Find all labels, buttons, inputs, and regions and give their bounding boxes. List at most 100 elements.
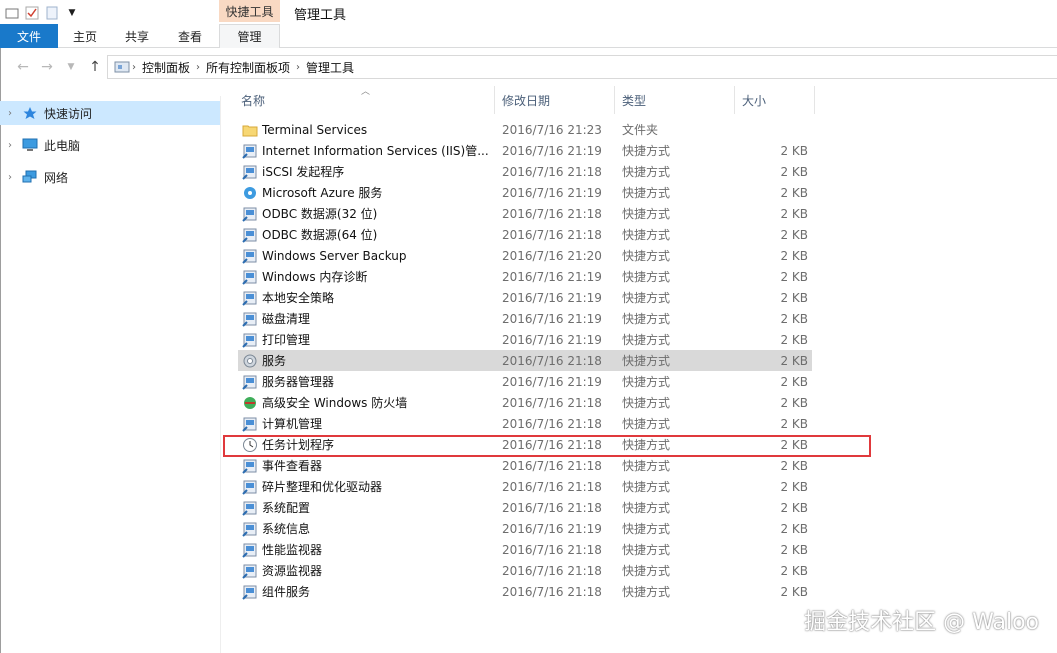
file-type-cell: 快捷方式 <box>622 522 671 536</box>
expand-chevron-icon[interactable]: › <box>0 140 20 151</box>
file-name-text: ODBC 数据源(64 位) <box>262 228 378 242</box>
contextual-tab-header: 快捷工具 <box>219 0 280 22</box>
tab-manage[interactable]: 管理 <box>219 24 280 48</box>
file-row[interactable]: 资源监视器 2016/7/16 21:18 快捷方式 2 KB <box>238 560 812 581</box>
nav-item-label: 此电脑 <box>44 138 81 153</box>
file-row[interactable]: 高级安全 Windows 防火墙 2016/7/16 21:18 快捷方式 2 KB <box>238 392 812 413</box>
column-header-type[interactable]: 类型 <box>615 86 735 114</box>
forward-arrow-icon[interactable]: → <box>38 58 56 76</box>
up-arrow-icon[interactable]: ↑ <box>86 58 104 76</box>
folder-icon <box>242 122 258 138</box>
file-type-cell: 快捷方式 <box>622 291 671 305</box>
control-panel-icon <box>114 59 132 75</box>
nav-item-quick-access[interactable]: › 快速访问 <box>0 101 220 125</box>
file-row[interactable]: 碎片整理和优化驱动器 2016/7/16 21:18 快捷方式 2 KB <box>238 476 812 497</box>
file-row[interactable]: ODBC 数据源(32 位) 2016/7/16 21:18 快捷方式 2 KB <box>238 203 812 224</box>
back-arrow-icon[interactable]: ← <box>14 58 32 76</box>
file-name-text: 本地安全策略 <box>262 291 335 305</box>
file-name-cell: 服务 <box>242 350 492 371</box>
breadcrumb-admin-tools[interactable]: 管理工具 <box>306 59 354 76</box>
file-row[interactable]: Windows 内存诊断 2016/7/16 21:19 快捷方式 2 KB <box>238 266 812 287</box>
nav-item-label: 网络 <box>44 170 69 185</box>
printer-icon <box>242 332 258 348</box>
watermark: 掘金技术社区 @ Waloo <box>804 610 1039 635</box>
file-date-cell: 2016/7/16 21:18 <box>502 479 602 494</box>
properties-icon[interactable] <box>24 5 40 21</box>
file-size-cell: 2 KB <box>780 269 808 284</box>
folder-small-icon[interactable] <box>4 5 20 21</box>
defrag-icon <box>242 479 258 495</box>
expand-chevron-icon[interactable]: › <box>0 108 20 119</box>
breadcrumb-control-panel[interactable]: 控制面板 <box>142 59 190 76</box>
file-name-text: 计算机管理 <box>262 417 323 431</box>
tab-view[interactable]: 查看 <box>169 24 211 48</box>
nav-item-this-pc[interactable]: › 此电脑 <box>0 133 220 157</box>
file-name-cell: 系统信息 <box>242 518 492 539</box>
file-type-cell: 快捷方式 <box>622 543 671 557</box>
file-size-cell: 2 KB <box>780 206 808 221</box>
file-row[interactable]: 系统信息 2016/7/16 21:19 快捷方式 2 KB <box>238 518 812 539</box>
file-row[interactable]: 性能监视器 2016/7/16 21:18 快捷方式 2 KB <box>238 539 812 560</box>
file-type-cell: 快捷方式 <box>622 144 671 158</box>
file-name-text: Windows 内存诊断 <box>262 270 368 284</box>
tab-file[interactable]: 文件 <box>0 24 58 48</box>
file-type-cell: 快捷方式 <box>622 312 671 326</box>
file-name-cell: 组件服务 <box>242 581 492 602</box>
tab-share[interactable]: 共享 <box>116 24 158 48</box>
file-size-cell: 2 KB <box>780 479 808 494</box>
file-row[interactable]: Windows Server Backup 2016/7/16 21:20 快捷方式… <box>238 245 812 266</box>
file-type-cell: 快捷方式 <box>622 501 671 515</box>
services-icon <box>242 353 258 369</box>
file-row[interactable]: 打印管理 2016/7/16 21:19 快捷方式 2 KB <box>238 329 812 350</box>
expand-chevron-icon[interactable]: › <box>0 172 20 183</box>
memory-icon <box>242 269 258 285</box>
file-row[interactable]: 磁盘清理 2016/7/16 21:19 快捷方式 2 KB <box>238 308 812 329</box>
customize-dropdown-icon[interactable]: ▼ <box>64 5 80 21</box>
file-name-text: 系统配置 <box>262 501 311 515</box>
column-header-size[interactable]: 大小 <box>735 86 815 114</box>
tab-home[interactable]: 主页 <box>64 24 106 48</box>
file-size-cell: 2 KB <box>780 353 808 368</box>
file-name-text: ODBC 数据源(32 位) <box>262 207 378 221</box>
file-row[interactable]: 系统配置 2016/7/16 21:18 快捷方式 2 KB <box>238 497 812 518</box>
iis-icon <box>242 143 258 159</box>
system-info-icon <box>242 521 258 537</box>
file-date-cell: 2016/7/16 21:18 <box>502 353 602 368</box>
nav-item-network[interactable]: › 网络 <box>0 165 220 189</box>
file-date-cell: 2016/7/16 21:18 <box>502 542 602 557</box>
file-date-cell: 2016/7/16 21:19 <box>502 185 602 200</box>
address-bar[interactable]: › 控制面板 › 所有控制面板项 › 管理工具 <box>107 55 1057 79</box>
file-row[interactable]: Internet Information Services (IIS)管... 2… <box>238 140 812 161</box>
file-name-text: 服务 <box>262 354 287 368</box>
file-date-cell: 2016/7/16 21:19 <box>502 521 602 536</box>
file-size-cell: 2 KB <box>780 332 808 347</box>
file-name-text: 资源监视器 <box>262 564 323 578</box>
file-row[interactable]: 计算机管理 2016/7/16 21:18 快捷方式 2 KB <box>238 413 812 434</box>
recent-dropdown-icon[interactable]: ▼ <box>62 58 80 76</box>
file-row[interactable]: 组件服务 2016/7/16 21:18 快捷方式 2 KB <box>238 581 812 602</box>
file-type-cell: 快捷方式 <box>622 207 671 221</box>
file-name-text: Internet Information Services (IIS)管... <box>262 144 489 158</box>
file-row[interactable]: 事件查看器 2016/7/16 21:18 快捷方式 2 KB <box>238 455 812 476</box>
file-row[interactable]: 服务 2016/7/16 21:18 快捷方式 2 KB <box>238 350 812 371</box>
file-name-text: 系统信息 <box>262 522 311 536</box>
new-folder-icon[interactable] <box>44 5 60 21</box>
backup-icon <box>242 248 258 264</box>
file-row[interactable]: iSCSI 发起程序 2016/7/16 21:18 快捷方式 2 KB <box>238 161 812 182</box>
column-header-date[interactable]: 修改日期 <box>495 86 615 114</box>
file-name-cell: 服务器管理器 <box>242 371 492 392</box>
file-type-cell: 快捷方式 <box>622 417 671 431</box>
file-name-cell: ODBC 数据源(32 位) <box>242 203 492 224</box>
file-type-cell: 快捷方式 <box>622 249 671 263</box>
file-row[interactable]: Microsoft Azure 服务 2016/7/16 21:19 快捷方式 2 K… <box>238 182 812 203</box>
breadcrumb-separator-icon: › <box>132 61 136 73</box>
file-name-text: 打印管理 <box>262 333 311 347</box>
file-type-cell: 快捷方式 <box>622 333 671 347</box>
file-size-cell: 2 KB <box>780 500 808 515</box>
file-row[interactable]: 服务器管理器 2016/7/16 21:19 快捷方式 2 KB <box>238 371 812 392</box>
file-row[interactable]: ODBC 数据源(64 位) 2016/7/16 21:18 快捷方式 2 KB <box>238 224 812 245</box>
file-row[interactable]: 本地安全策略 2016/7/16 21:19 快捷方式 2 KB <box>238 287 812 308</box>
sort-ascending-icon: ︿ <box>361 87 371 97</box>
file-row[interactable]: Terminal Services 2016/7/16 21:23 文件夹 <box>238 119 812 140</box>
breadcrumb-all-items[interactable]: 所有控制面板项 <box>206 59 290 76</box>
